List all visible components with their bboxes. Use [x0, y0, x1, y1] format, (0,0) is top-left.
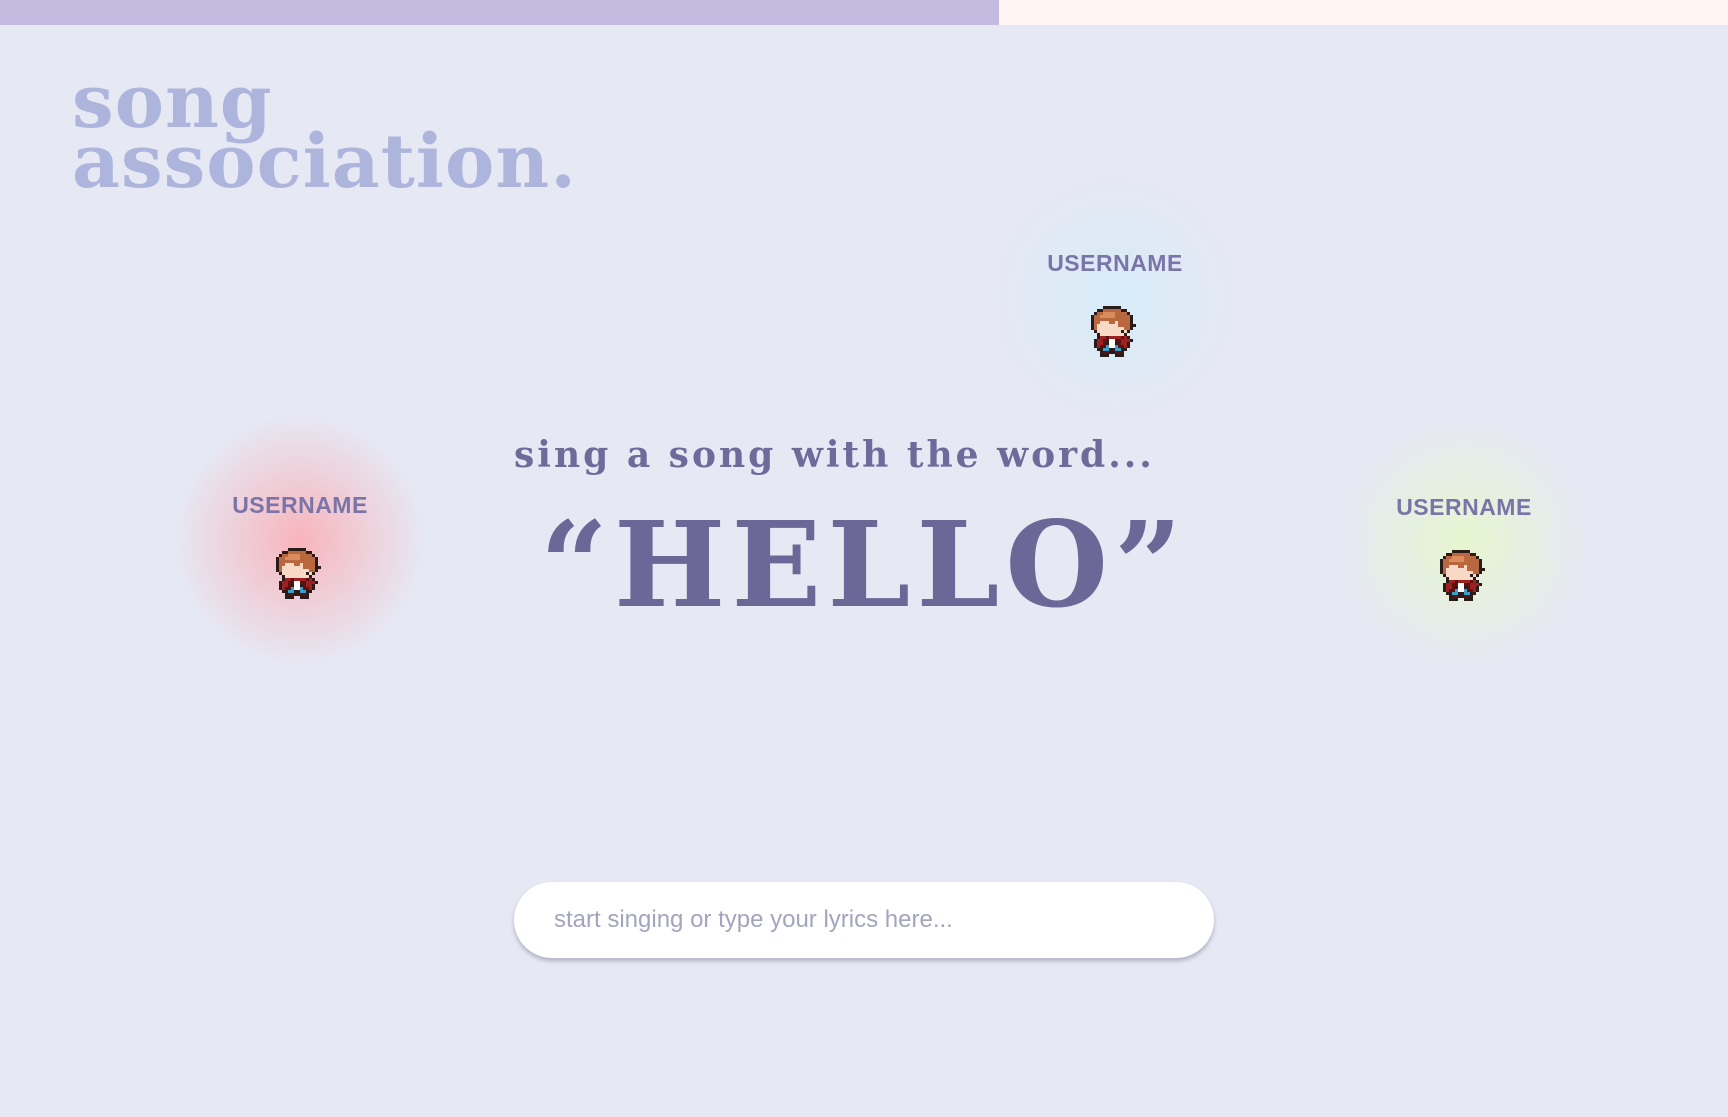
- player-avatar-icon: [1091, 306, 1136, 357]
- player-top: USERNAME: [985, 168, 1245, 428]
- logo-line-association: association.: [72, 119, 577, 205]
- lyrics-input[interactable]: [514, 882, 1214, 958]
- round-timer-fill: [0, 0, 999, 25]
- prompt-word: “HELLO”: [540, 495, 1188, 634]
- round-timer-bar: [0, 0, 1728, 25]
- prompt-label: sing a song with the word...: [514, 434, 1155, 476]
- player-username: USERNAME: [1047, 250, 1183, 276]
- app-logo: song association.: [72, 65, 577, 205]
